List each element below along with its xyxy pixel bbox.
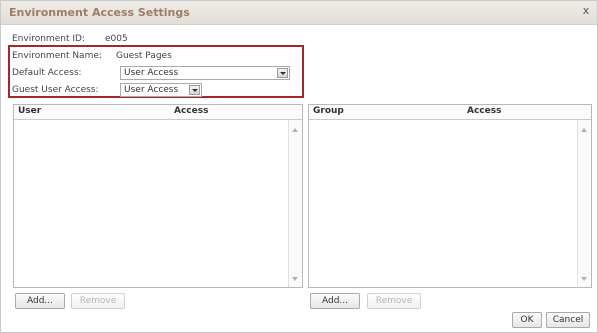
user-remove-button[interactable]: Remove (71, 293, 125, 309)
column-header-access[interactable]: Access (467, 106, 501, 116)
ok-button[interactable]: OK (512, 312, 542, 328)
environment-name-label: Environment Name: (12, 51, 102, 61)
scroll-up-icon[interactable] (292, 128, 298, 132)
scroll-down-icon[interactable] (581, 277, 587, 281)
default-access-select[interactable]: User Access (120, 66, 290, 80)
environment-id-label: Environment ID: (12, 34, 85, 44)
cancel-button[interactable]: Cancel (546, 312, 590, 328)
user-add-button[interactable]: Add... (15, 293, 65, 309)
column-header-access[interactable]: Access (174, 106, 208, 116)
close-icon[interactable]: x (580, 5, 592, 17)
scroll-up-icon[interactable] (581, 128, 587, 132)
chevron-down-icon[interactable] (277, 68, 288, 78)
environment-access-dialog: Environment Access Settings x Environmen… (0, 0, 598, 333)
group-remove-button[interactable]: Remove (367, 293, 421, 309)
user-list-header: User Access (14, 105, 302, 120)
scroll-down-icon[interactable] (292, 277, 298, 281)
group-list-scrollbar[interactable] (577, 120, 591, 287)
chevron-down-icon[interactable] (189, 85, 200, 95)
default-access-label: Default Access: (12, 68, 82, 78)
dialog-titlebar[interactable]: Environment Access Settings x (1, 1, 597, 25)
column-header-user[interactable]: User (18, 106, 41, 116)
group-add-button[interactable]: Add... (310, 293, 360, 309)
column-header-group[interactable]: Group (313, 106, 344, 116)
user-access-list[interactable]: User Access (13, 104, 303, 288)
dialog-title: Environment Access Settings (9, 6, 190, 19)
guest-user-access-select[interactable]: User Access (120, 83, 202, 97)
guest-user-access-value: User Access (124, 85, 179, 95)
group-access-list[interactable]: Group Access (308, 104, 592, 288)
default-access-value: User Access (124, 68, 179, 78)
environment-id-value: e005 (105, 34, 128, 44)
environment-name-value: Guest Pages (116, 51, 172, 61)
group-list-header: Group Access (309, 105, 591, 120)
user-list-scrollbar[interactable] (288, 120, 302, 287)
guest-user-access-label: Guest User Access: (12, 85, 99, 95)
